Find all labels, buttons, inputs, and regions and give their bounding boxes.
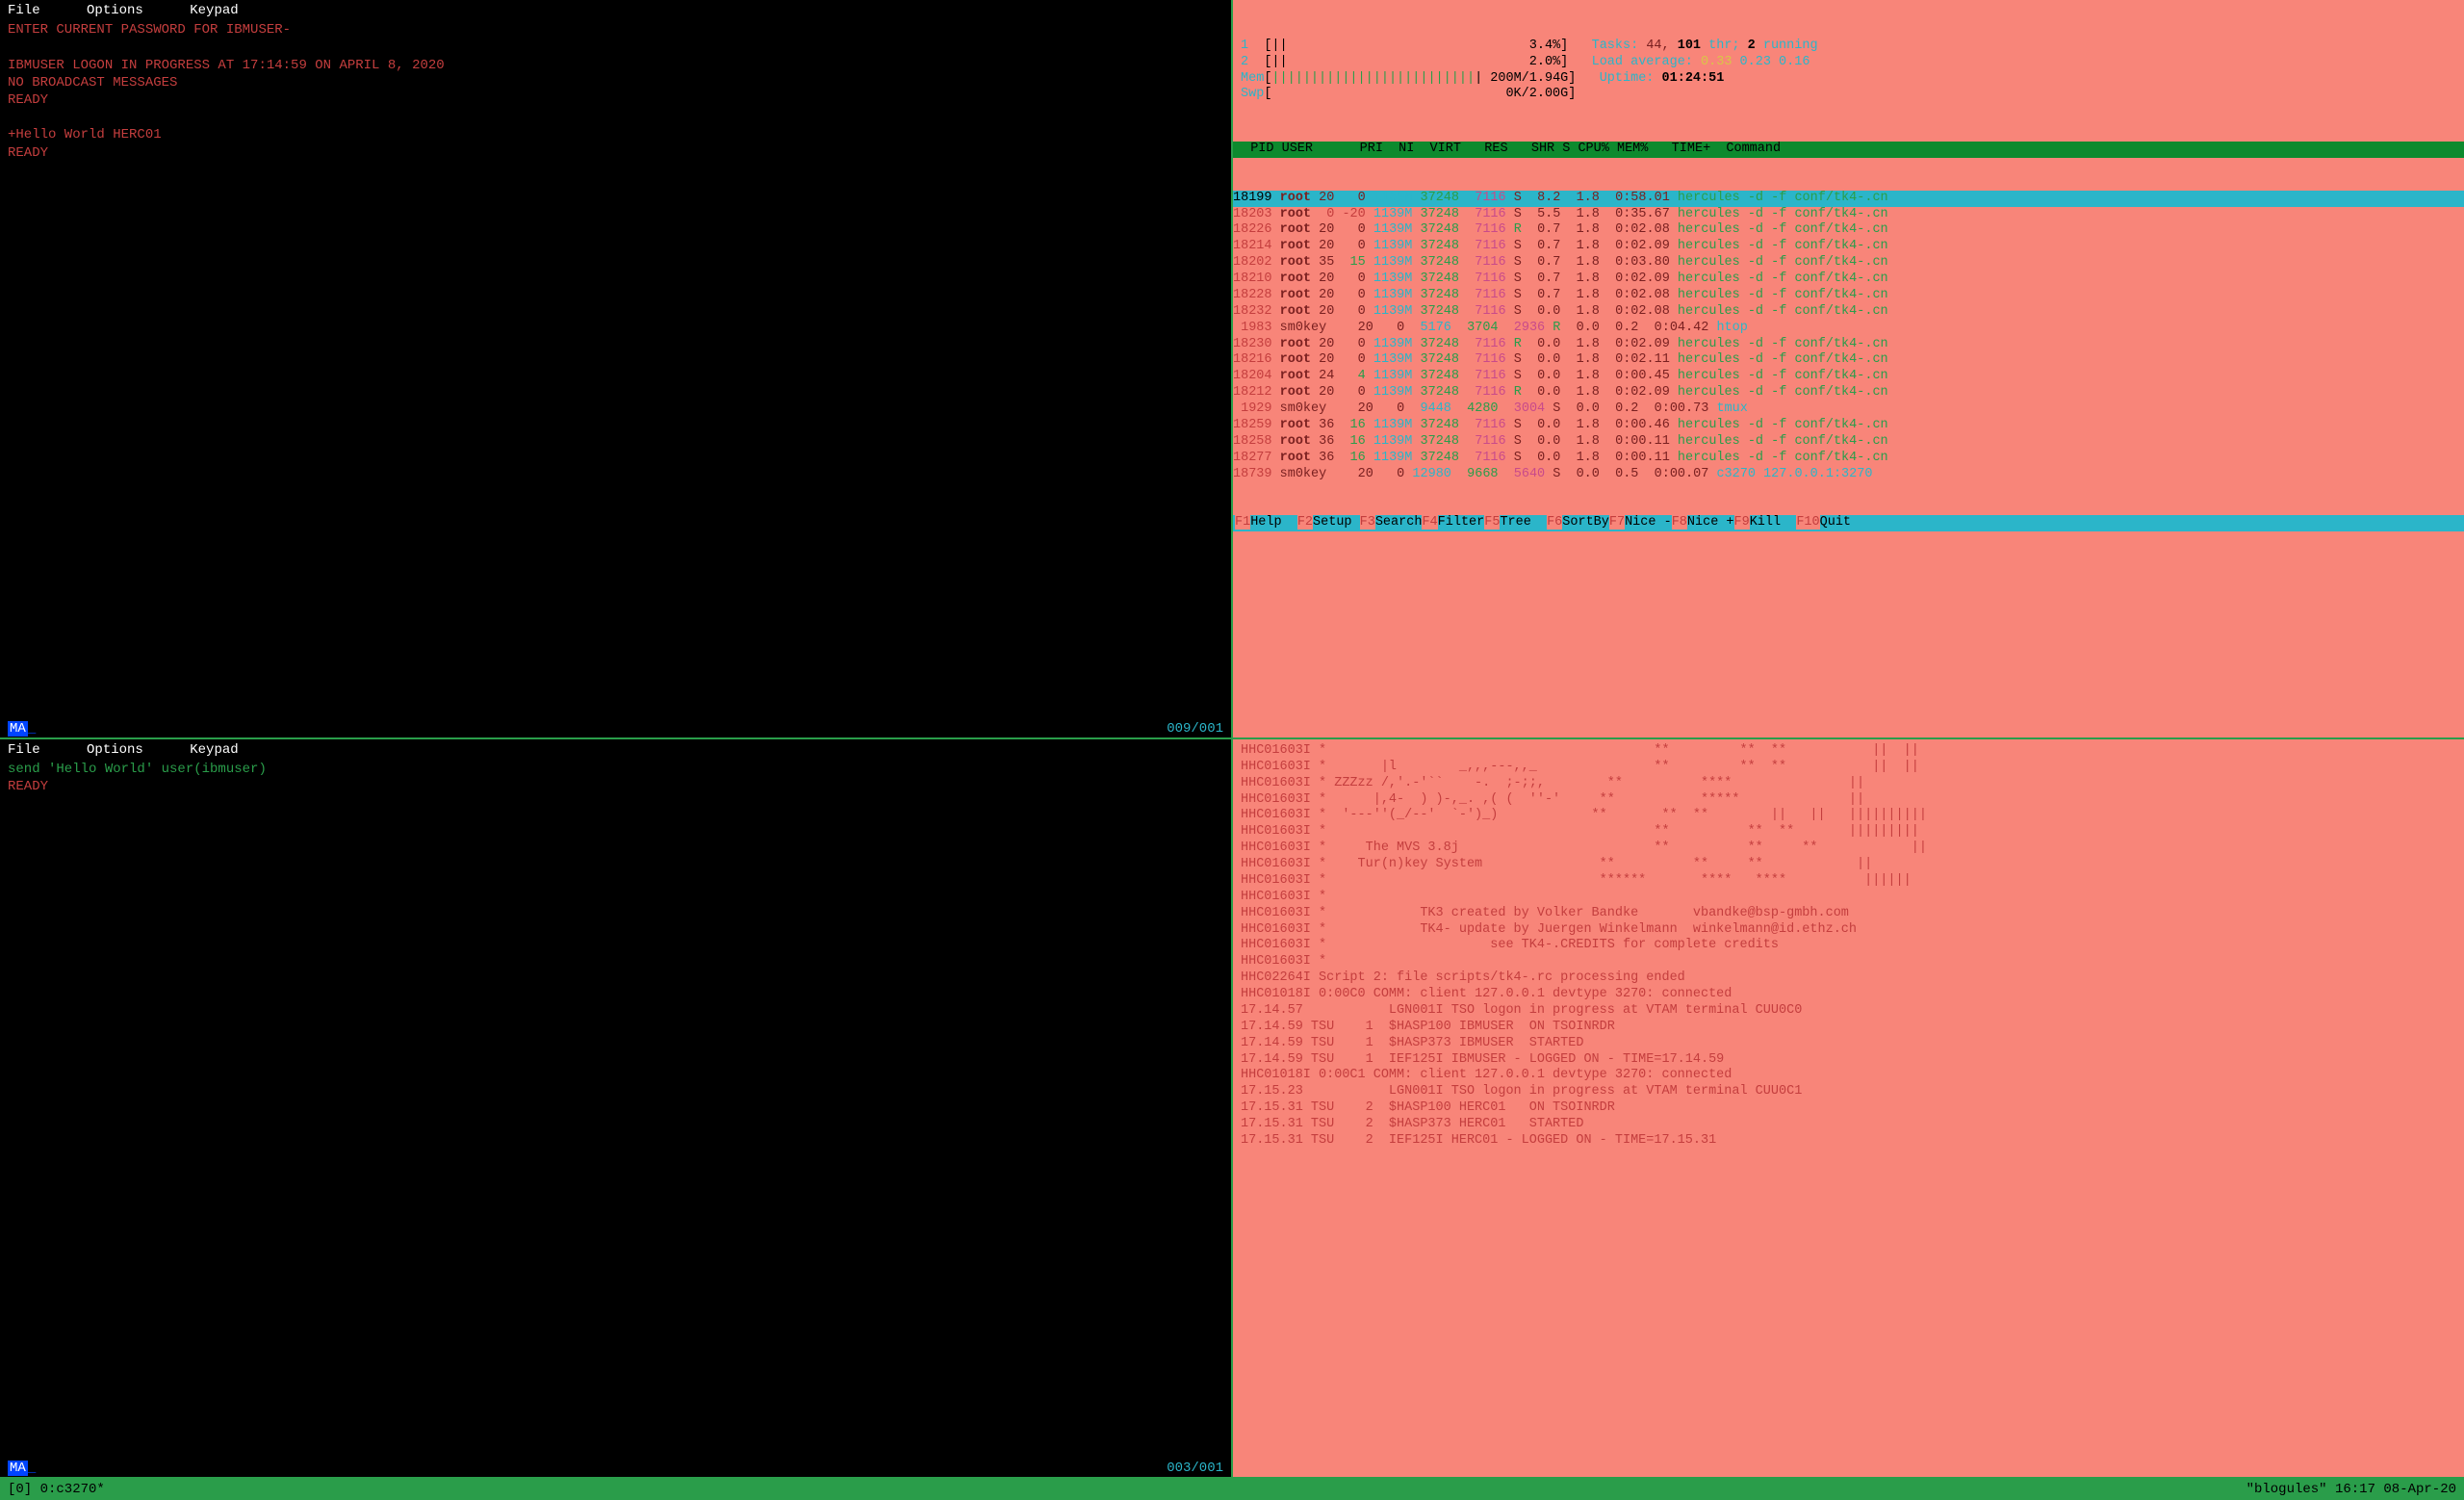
hello-world-msg: +Hello World HERC01	[8, 126, 1223, 143]
menu-file[interactable]: File	[8, 3, 40, 18]
htop-header: 1 [|| 3.4%] Tasks: 44, 101 thr; 2 runnin…	[1233, 33, 2464, 110]
process-row[interactable]: 18259 root 36 16 1139M 37248 7116 S 0.0 …	[1233, 418, 2464, 434]
process-row[interactable]: 18210 root 20 0 1139M 37248 7116 S 0.7 1…	[1233, 272, 2464, 288]
fkey-help[interactable]: Help	[1250, 515, 1297, 530]
process-row[interactable]: 18216 root 20 0 1139M 37248 7116 S 0.0 1…	[1233, 352, 2464, 369]
fkey-setup[interactable]: Setup	[1313, 515, 1360, 530]
tmux-clock: "blogules" 16:17 08-Apr-20	[2246, 1481, 2456, 1498]
fkey-quit[interactable]: Quit	[1820, 515, 1851, 530]
cursor-position: 009/001	[1167, 720, 1223, 737]
menu-keypad[interactable]: Keypad	[190, 3, 238, 18]
ready-3: READY	[8, 778, 1223, 795]
process-row[interactable]: 18204 root 24 4 1139M 37248 7116 S 0.0 1…	[1233, 369, 2464, 385]
hercules-console[interactable]: HHC01603I * ** ** ** || || HHC01603I * |…	[1233, 739, 2464, 1477]
process-row[interactable]: 18212 root 20 0 1139M 37248 7116 R 0.0 1…	[1233, 385, 2464, 401]
process-row[interactable]: 18258 root 36 16 1139M 37248 7116 S 0.0 …	[1233, 434, 2464, 451]
process-row[interactable]: 18232 root 20 0 1139M 37248 7116 S 0.0 1…	[1233, 304, 2464, 321]
process-row[interactable]: 18214 root 20 0 1139M 37248 7116 S 0.7 1…	[1233, 239, 2464, 255]
status-cursor-mode-2: MA_	[8, 1460, 36, 1477]
process-row[interactable]: 18203 root 0 -20 1139M 37248 7116 S 5.5 …	[1233, 207, 2464, 223]
password-prompt: ENTER CURRENT PASSWORD FOR IBMUSER-	[8, 21, 1223, 39]
ready-2: READY	[8, 144, 1223, 162]
process-row[interactable]: 18199 root 20 0 1139M 37248 7116 S 8.2 1…	[1233, 191, 2464, 207]
menu-keypad-2[interactable]: Keypad	[190, 742, 238, 758]
htop-column-header: PID USER PRI NI VIRT RES SHR S CPU% MEM%…	[1233, 142, 2464, 158]
status-cursor-mode: MA_	[8, 720, 36, 737]
fkey-sortby[interactable]: SortBy	[1562, 515, 1609, 530]
htop-fkeys[interactable]: F1Help F2Setup F3SearchF4FilterF5Tree F6…	[1233, 515, 2464, 531]
logon-progress: IBMUSER LOGON IN PROGRESS AT 17:14:59 ON…	[8, 57, 1223, 74]
cursor-position-2: 003/001	[1167, 1460, 1223, 1477]
menu-file-2[interactable]: File	[8, 742, 40, 758]
process-row[interactable]: 18277 root 36 16 1139M 37248 7116 S 0.0 …	[1233, 451, 2464, 467]
tmux-window-list[interactable]: [0] 0:c3270*	[8, 1481, 105, 1498]
status-line-2: MA_ 003/001	[0, 1460, 1231, 1477]
menubar-2: File Options Keypad	[0, 739, 1231, 761]
fkey-kill[interactable]: Kill	[1750, 515, 1797, 530]
send-command: send 'Hello World' user(ibmuser)	[8, 761, 1223, 778]
fkey-nice -[interactable]: Nice -	[1625, 515, 1672, 530]
terminal-herc01[interactable]: File Options Keypad send 'Hello World' u…	[0, 739, 1231, 1477]
process-row[interactable]: 18739 sm0key 20 0 12980 9668 5640 S 0.0 …	[1233, 467, 2464, 483]
process-row[interactable]: 18202 root 35 15 1139M 37248 7116 S 0.7 …	[1233, 255, 2464, 272]
process-row[interactable]: 18228 root 20 0 1139M 37248 7116 S 0.7 1…	[1233, 288, 2464, 304]
menu-options[interactable]: Options	[87, 3, 143, 18]
tmux-status-bar: [0] 0:c3270* "blogules" 16:17 08-Apr-20	[0, 1479, 2464, 1500]
process-row[interactable]: 1929 sm0key 20 0 9448 4280 3004 S 0.0 0.…	[1233, 401, 2464, 418]
menubar: File Options Keypad	[0, 0, 1231, 21]
ready-1: READY	[8, 91, 1223, 109]
process-row[interactable]: 1983 sm0key 20 0 5176 3704 2936 R 0.0 0.…	[1233, 321, 2464, 337]
fkey-nice +[interactable]: Nice +	[1687, 515, 1734, 530]
menu-options-2[interactable]: Options	[87, 742, 143, 758]
no-broadcast: NO BROADCAST MESSAGES	[8, 74, 1223, 91]
fkey-tree[interactable]: Tree	[1500, 515, 1547, 530]
process-row[interactable]: 18230 root 20 0 1139M 37248 7116 R 0.0 1…	[1233, 337, 2464, 353]
fkey-filter[interactable]: Filter	[1438, 515, 1485, 530]
htop-process-list[interactable]: 18199 root 20 0 1139M 37248 7116 S 8.2 1…	[1233, 191, 2464, 483]
process-row[interactable]: 18226 root 20 0 1139M 37248 7116 R 0.7 1…	[1233, 222, 2464, 239]
terminal-ibmuser[interactable]: File Options Keypad ENTER CURRENT PASSWO…	[0, 0, 1231, 737]
htop-pane[interactable]: 1 [|| 3.4%] Tasks: 44, 101 thr; 2 runnin…	[1233, 0, 2464, 737]
status-line: MA_ 009/001	[0, 720, 1231, 737]
fkey-search[interactable]: Search	[1375, 515, 1423, 530]
console-output: HHC01603I * ** ** ** || || HHC01603I * |…	[1233, 739, 2464, 1153]
